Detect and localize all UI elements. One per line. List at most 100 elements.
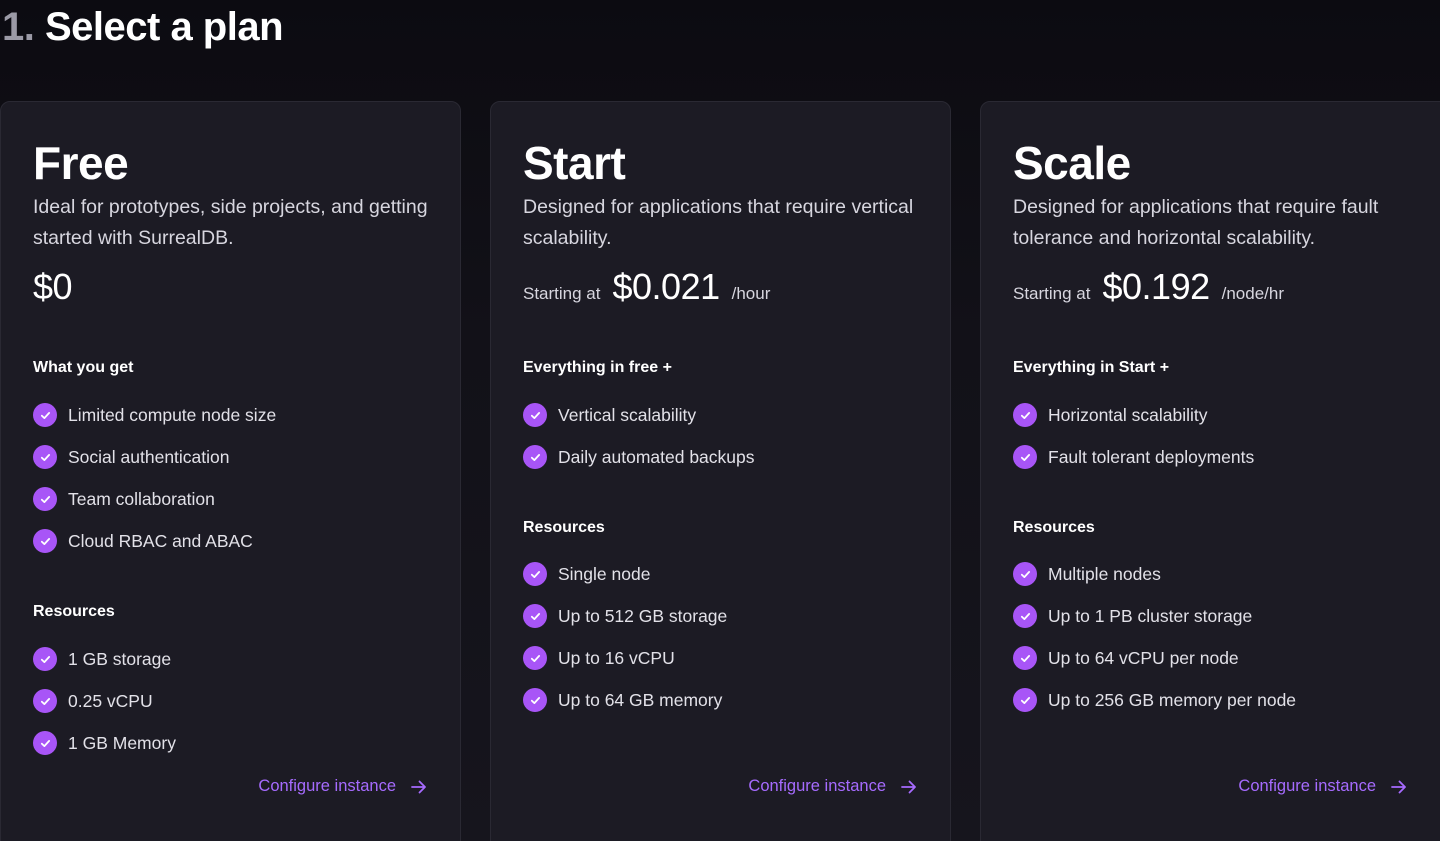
resource-item: Multiple nodes — [1013, 553, 1296, 595]
check-circle-icon — [33, 647, 57, 671]
resource-label: Up to 1 PB cluster storage — [1048, 605, 1253, 626]
plan-cards: Free Ideal for prototypes, side projects,… — [0, 101, 1440, 841]
configure-instance-label: Configure instance — [1238, 777, 1376, 795]
plan-name: Start — [523, 137, 626, 189]
feature-item: Daily automated backups — [523, 436, 755, 478]
resource-label: Up to 16 vCPU — [558, 647, 675, 668]
check-circle-icon — [1013, 604, 1037, 628]
check-circle-icon — [523, 403, 547, 427]
features-list: Vertical scalability Daily automated back… — [523, 394, 755, 478]
feature-label: Limited compute node size — [68, 404, 277, 425]
check-circle-icon — [33, 403, 57, 427]
price-value: $0.021 — [612, 266, 721, 307]
price-unit: /hour — [731, 284, 771, 303]
check-circle-icon — [1013, 445, 1037, 469]
resource-label: 1 GB Memory — [68, 732, 176, 753]
feature-label: Cloud RBAC and ABAC — [68, 530, 253, 551]
check-circle-icon — [1013, 646, 1037, 670]
arrow-right-icon — [410, 778, 428, 796]
check-circle-icon — [523, 445, 547, 469]
feature-label: Daily automated backups — [558, 446, 755, 467]
step-number: 1. — [2, 5, 35, 49]
feature-item: Horizontal scalability — [1013, 394, 1254, 436]
resource-label: Up to 64 vCPU per node — [1048, 647, 1239, 668]
feature-item: Vertical scalability — [523, 394, 755, 436]
resources-list: Multiple nodes Up to 1 PB cluster storage… — [1013, 553, 1296, 721]
resource-item: 1 GB Memory — [33, 722, 176, 764]
check-circle-icon — [523, 646, 547, 670]
plan-name: Free — [33, 137, 129, 189]
feature-label: Team collaboration — [68, 488, 215, 509]
feature-label: Social authentication — [68, 446, 230, 467]
configure-instance-link[interactable]: Configure instance — [1238, 777, 1408, 796]
resource-item: Single node — [523, 553, 727, 595]
check-circle-icon — [523, 688, 547, 712]
page-title-text: Select a plan — [44, 5, 284, 49]
check-circle-icon — [1013, 403, 1037, 427]
configure-instance-label: Configure instance — [748, 777, 886, 795]
resources-title: Resources — [33, 603, 115, 620]
resource-item: Up to 64 GB memory — [523, 679, 727, 721]
configure-instance-link[interactable]: Configure instance — [258, 777, 428, 796]
resource-item: Up to 1 PB cluster storage — [1013, 595, 1296, 637]
feature-label: Fault tolerant deployments — [1048, 446, 1255, 467]
plan-card-1: Start Designed for applications that requ… — [490, 101, 951, 841]
feature-item: Cloud RBAC and ABAC — [33, 520, 276, 562]
resource-label: Up to 64 GB memory — [558, 689, 723, 710]
resource-label: 1 GB storage — [68, 648, 172, 669]
resource-label: Up to 512 GB storage — [558, 605, 728, 626]
resource-item: 1 GB storage — [33, 638, 176, 680]
resource-item: Up to 16 vCPU — [523, 637, 727, 679]
plan-description: Ideal for prototypes, side projects, and… — [33, 196, 428, 249]
check-circle-icon — [33, 529, 57, 553]
feature-item: Team collaboration — [33, 478, 276, 520]
arrow-right-icon — [900, 778, 918, 796]
resources-title: Resources — [1013, 519, 1095, 536]
price-prefix: Starting at — [1013, 284, 1091, 303]
price-row: Starting at $0.192/node/hr — [1013, 266, 1284, 308]
resource-label: 0.25 vCPU — [68, 690, 153, 711]
resource-label: Up to 256 GB memory per node — [1048, 689, 1297, 710]
features-list: Horizontal scalability Fault tolerant dep… — [1013, 394, 1254, 478]
check-circle-icon — [1013, 688, 1037, 712]
price-row: Starting at $0.021/hour — [523, 266, 770, 308]
resources-title: Resources — [523, 519, 605, 536]
features-list: Limited compute node size Social authenti… — [33, 394, 276, 562]
check-circle-icon — [523, 604, 547, 628]
resource-item: Up to 256 GB memory per node — [1013, 679, 1296, 721]
price-prefix: Starting at — [523, 284, 601, 303]
plan-description: Designed for applications that require v… — [523, 196, 914, 249]
configure-instance-link[interactable]: Configure instance — [748, 777, 918, 796]
check-circle-icon — [33, 689, 57, 713]
check-circle-icon — [1013, 562, 1037, 586]
feature-item: Social authentication — [33, 436, 276, 478]
feature-item: Limited compute node size — [33, 394, 276, 436]
features-title: Everything in Start + — [1013, 359, 1170, 376]
price-unit: /node/hr — [1221, 284, 1284, 303]
resource-label: Single node — [558, 563, 651, 584]
feature-item: Fault tolerant deployments — [1013, 436, 1254, 478]
feature-label: Vertical scalability — [558, 404, 697, 425]
plan-selection-page: 1. Select a plan Free Ideal for prototype… — [0, 0, 1440, 841]
check-circle-icon — [33, 445, 57, 469]
features-title: Everything in free + — [523, 359, 672, 376]
resource-item: 0.25 vCPU — [33, 680, 176, 722]
resources-list: 1 GB storage 0.25 vCPU 1 GB Memory — [33, 638, 176, 764]
price-value: $0 — [33, 266, 73, 307]
resource-item: Up to 64 vCPU per node — [1013, 637, 1296, 679]
features-title: What you get — [33, 359, 134, 376]
configure-instance-label: Configure instance — [258, 777, 396, 795]
resource-item: Up to 512 GB storage — [523, 595, 727, 637]
plan-card-2: Scale Designed for applications that requ… — [980, 101, 1440, 841]
price-row: $0 — [33, 266, 73, 308]
plan-name: Scale — [1013, 137, 1131, 189]
plan-card-0: Free Ideal for prototypes, side projects,… — [0, 101, 461, 841]
feature-label: Horizontal scalability — [1048, 404, 1208, 425]
check-circle-icon — [33, 487, 57, 511]
plan-description: Designed for applications that require f… — [1013, 196, 1379, 249]
arrow-right-icon — [1390, 778, 1408, 796]
resource-label: Multiple nodes — [1048, 563, 1161, 584]
price-value: $0.192 — [1102, 266, 1211, 307]
check-circle-icon — [33, 731, 57, 755]
page-title: 1. Select a plan — [2, 4, 284, 50]
